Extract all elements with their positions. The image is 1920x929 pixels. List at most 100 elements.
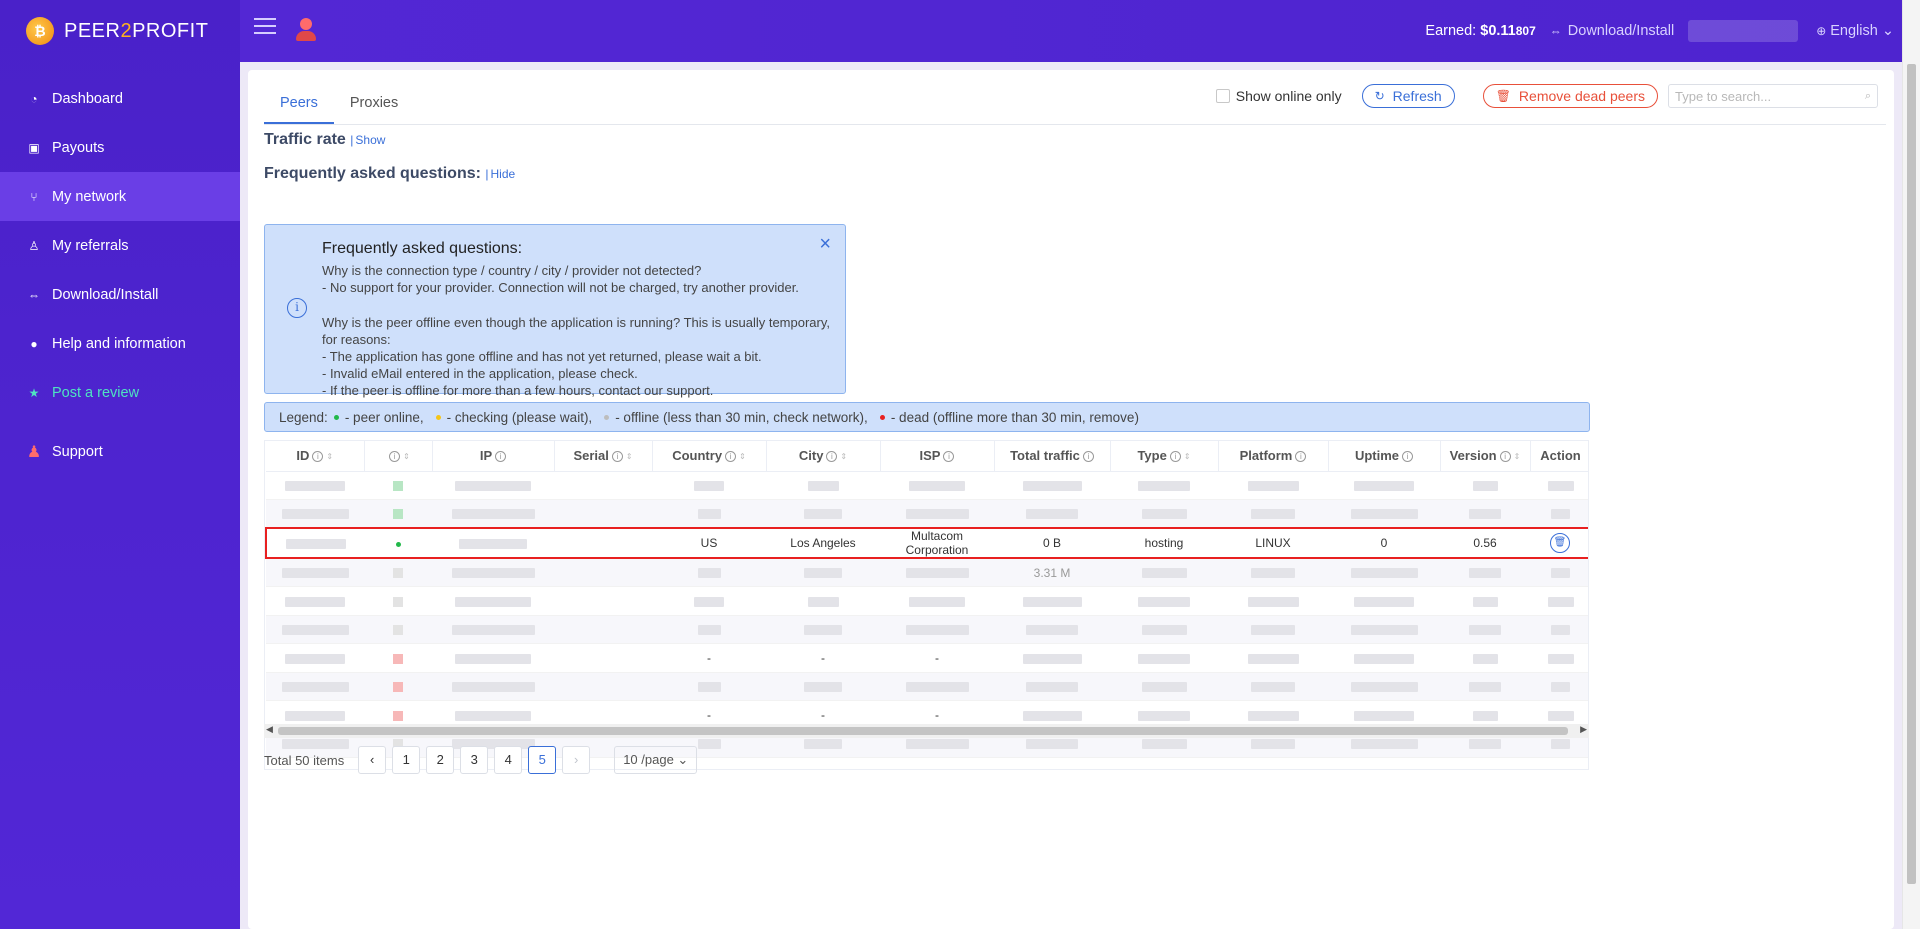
header-download-link[interactable]: ⇔ Download/Install	[1550, 23, 1674, 39]
sidebar-item-help-and-information[interactable]: ● Help and information	[0, 319, 240, 368]
info-icon[interactable]: i	[1402, 451, 1414, 463]
sort-icon[interactable]: ⇕	[739, 452, 746, 461]
blurred-cell	[1440, 672, 1530, 701]
info-icon[interactable]: i	[1499, 451, 1511, 463]
sidebar-item-payouts[interactable]: ▣ Payouts	[0, 123, 240, 172]
sort-icon[interactable]: ⇕	[840, 452, 847, 461]
blurred-cell	[880, 471, 994, 500]
sidebar-item-dashboard[interactable]: ◔ Dashboard	[0, 74, 240, 123]
column-header[interactable]: Type i ⇕	[1110, 441, 1219, 472]
scroll-right-icon[interactable]: ▶	[1580, 724, 1587, 735]
pagination: Total 50 items ‹ 1 2 3 4 5 › 10 /page ⌄	[264, 746, 698, 774]
column-header[interactable]: City i ⇕	[766, 441, 881, 472]
column-header[interactable]: Action	[1530, 441, 1588, 472]
prev-page-button[interactable]: ‹	[358, 746, 387, 774]
table-row[interactable]	[266, 471, 1588, 500]
scroll-left-icon[interactable]: ◀	[266, 724, 273, 735]
search-icon[interactable]: ⌕	[1865, 90, 1871, 103]
sidebar-item-my-network[interactable]: ⑂ My network	[0, 172, 240, 221]
blurred-cell	[554, 672, 652, 701]
account-email-blurred[interactable]	[1688, 20, 1799, 42]
blurred-cell	[652, 471, 766, 500]
column-header[interactable]: Platform i	[1218, 441, 1329, 472]
delete-peer-button[interactable]: 🗑	[1550, 533, 1570, 553]
blurred-cell	[652, 586, 766, 616]
column-header[interactable]: ID i ⇕	[266, 441, 365, 472]
page-4-button[interactable]: 4	[494, 746, 523, 774]
traffic-show-link[interactable]: Show	[355, 133, 385, 147]
page-3-button[interactable]: 3	[460, 746, 489, 774]
sort-icon[interactable]: ⇕	[1184, 452, 1191, 461]
tab-proxies[interactable]: Proxies	[334, 90, 414, 124]
sort-icon[interactable]: ⇕	[626, 452, 633, 461]
blurred-cell	[432, 672, 554, 701]
logo[interactable]: ₿ PEER2PROFIT	[0, 0, 240, 62]
table-row[interactable]	[266, 672, 1588, 701]
blurred-cell	[994, 643, 1110, 673]
faq-hide-link[interactable]: Hide	[491, 167, 516, 181]
page-size-select[interactable]: 10 /page ⌄	[614, 746, 698, 774]
column-header[interactable]: Uptime i	[1328, 441, 1441, 472]
close-icon[interactable]: ×	[819, 233, 831, 256]
column-header[interactable]: Version i ⇕	[1440, 441, 1531, 472]
sort-icon[interactable]: ⇕	[403, 452, 410, 461]
refresh-button[interactable]: ↻ Refresh	[1361, 84, 1455, 108]
show-online-checkbox[interactable]: Show online only	[1215, 88, 1342, 104]
page-scrollbar[interactable]	[1902, 0, 1920, 929]
info-icon[interactable]: i	[389, 451, 401, 463]
toolbar: Show online only ↻ Refresh 🗑 Remove dead p…	[1215, 84, 1878, 108]
info-icon[interactable]: i	[725, 451, 737, 463]
refresh-icon: ↻	[1374, 89, 1385, 103]
info-icon[interactable]: i	[312, 451, 324, 463]
remove-dead-peers-button[interactable]: 🗑 Remove dead peers	[1482, 84, 1658, 108]
blurred-cell	[1110, 471, 1218, 500]
table-row[interactable]	[266, 499, 1588, 529]
sidebar-item-post-a-review[interactable]: ★ Post a review	[0, 368, 240, 417]
menu-toggle-icon[interactable]	[254, 18, 276, 38]
faq-line	[322, 296, 845, 313]
column-header[interactable]: Total traffic i	[994, 441, 1111, 472]
blurred-cell	[1110, 643, 1218, 673]
table-row[interactable]	[266, 615, 1588, 644]
column-header[interactable]: ISP i	[880, 441, 995, 472]
blurred-cell	[364, 643, 432, 673]
column-header[interactable]: Serial i ⇕	[554, 441, 653, 472]
page-5-button[interactable]: 5	[528, 746, 557, 774]
info-icon[interactable]: i	[1169, 451, 1181, 463]
language-select[interactable]: ⊕ English ⌄	[1816, 23, 1894, 39]
table-row[interactable]: US Los Angeles Multacom Corporation 0 Bhost…	[265, 527, 1588, 559]
column-header[interactable]: Country i ⇕	[652, 441, 767, 472]
sidebar-item-support[interactable]: ♟ Support	[0, 427, 240, 476]
blurred-cell	[1530, 499, 1588, 529]
status-square-icon	[393, 710, 403, 721]
legend-dot-icon	[879, 414, 885, 420]
info-icon[interactable]: i	[943, 451, 955, 463]
next-page-button[interactable]: ›	[562, 746, 591, 774]
info-icon[interactable]: i	[826, 451, 838, 463]
blurred-cell	[1328, 499, 1440, 529]
info-icon[interactable]: i	[1082, 451, 1094, 463]
sidebar-item-download-install[interactable]: ⇔ Download/Install	[0, 270, 240, 319]
sort-icon[interactable]: ⇕	[326, 452, 333, 461]
blurred-cell	[994, 586, 1110, 616]
table-row[interactable]: ---	[266, 643, 1588, 673]
user-avatar-icon[interactable]	[295, 18, 317, 42]
page-1-button[interactable]: 1	[392, 746, 421, 774]
page-2-button[interactable]: 2	[426, 746, 455, 774]
table-row[interactable]: 3.31 M	[266, 558, 1588, 587]
total-items: Total 50 items	[264, 752, 345, 768]
country-cell: US	[652, 527, 766, 559]
table-row[interactable]	[266, 586, 1588, 616]
search-input[interactable]	[1675, 88, 1865, 104]
table-horizontal-scrollbar[interactable]: ◀ ▶	[264, 724, 1589, 738]
info-icon[interactable]: i	[1295, 451, 1307, 463]
faq-line: - If the peer is offline for more than a…	[322, 383, 714, 399]
sidebar-item-my-referrals[interactable]: ♙ My referrals	[0, 221, 240, 270]
info-icon[interactable]: i	[611, 451, 623, 463]
column-header[interactable]: IP i	[432, 441, 555, 472]
tab-peers[interactable]: Peers	[264, 90, 334, 124]
sort-icon[interactable]: ⇕	[1514, 452, 1521, 461]
info-icon[interactable]: i	[495, 451, 507, 463]
column-header[interactable]: i ⇕	[364, 441, 433, 472]
blurred-cell	[1218, 499, 1328, 529]
